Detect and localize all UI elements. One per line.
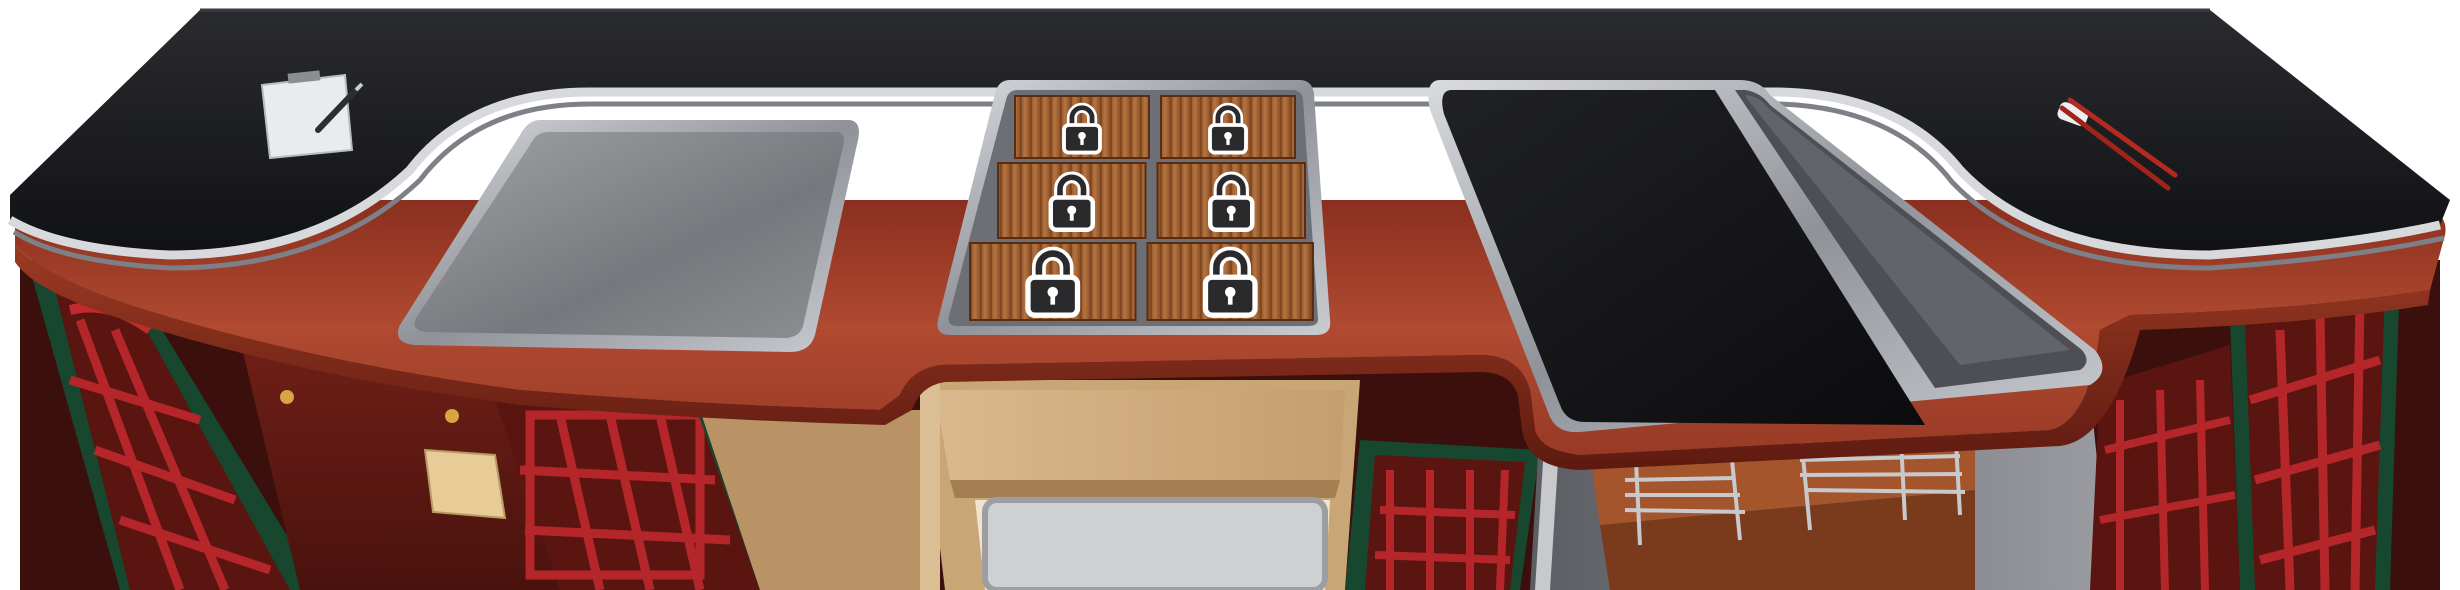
bamboo-mat-slot[interactable] [1160, 95, 1296, 159]
steel-prep-tray[interactable] [397, 120, 859, 352]
bamboo-mat-slot[interactable] [1146, 242, 1314, 321]
sticky-note[interactable] [423, 448, 507, 520]
center-right-lattice-panel [1345, 440, 1540, 590]
bamboo-mat-slot[interactable] [969, 242, 1137, 321]
kitchen-counter-scene [0, 0, 2460, 590]
shelf-with-steel-tray[interactable] [920, 380, 1360, 590]
bamboo-mat-slot[interactable] [997, 162, 1147, 239]
bamboo-mat-slot[interactable] [1156, 162, 1306, 239]
bamboo-mat-slot[interactable] [1014, 95, 1150, 159]
